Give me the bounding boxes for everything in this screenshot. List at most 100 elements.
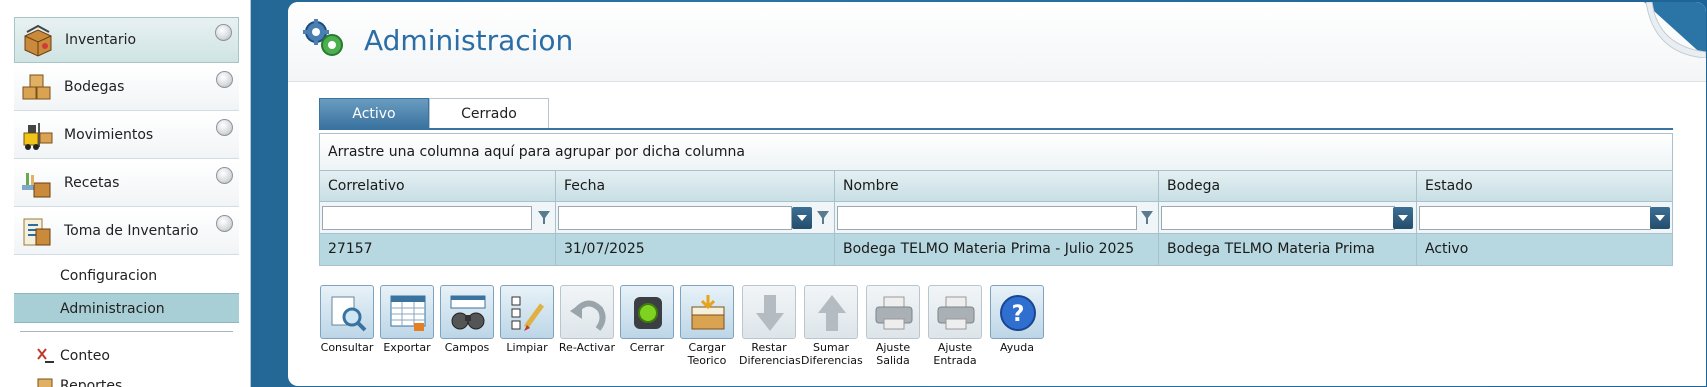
cargar-teorico-label: Cargar Teorico — [687, 341, 727, 367]
page-header: Administracion — [288, 2, 1706, 82]
sidebar-subitem-administracion[interactable]: Administracion — [14, 293, 239, 323]
ajuste-salida-button[interactable]: Ajuste Salida — [863, 285, 923, 367]
filter-input-estado[interactable] — [1419, 206, 1651, 230]
sidebar-item-reportes[interactable]: Reportes — [14, 372, 239, 387]
cerrar-button[interactable]: Cerrar — [617, 285, 677, 354]
ajuste-entrada-label: Ajuste Entrada — [933, 341, 977, 367]
filter-input-nombre[interactable] — [837, 206, 1137, 230]
chevron-down-icon[interactable] — [216, 71, 233, 88]
sidebar-item-bodegas[interactable]: Bodegas — [14, 65, 239, 111]
campos-label: Campos — [444, 341, 490, 354]
sidebar-divider — [20, 331, 233, 332]
chevron-down-icon[interactable] — [1650, 207, 1670, 229]
sidebar-item-movimientos[interactable]: Movimientos — [14, 113, 239, 159]
help-icon: ? — [1000, 295, 1036, 331]
filter-cell-fecha — [556, 202, 835, 233]
sidebar-item-conteo[interactable]: Conteo — [14, 342, 239, 370]
page-title: Administracion — [364, 24, 574, 57]
binoculars-icon — [450, 295, 486, 330]
chevron-down-icon[interactable] — [216, 119, 233, 136]
consultar-button[interactable]: Consultar — [317, 285, 377, 354]
ajuste-salida-label: Ajuste Salida — [875, 341, 911, 367]
filter-cell-correlativo — [320, 202, 556, 233]
sidebar-item-recetas[interactable]: Recetas — [14, 161, 239, 207]
consultar-label: Consultar — [320, 341, 374, 354]
undo-icon — [570, 300, 606, 331]
arrow-down-icon — [756, 295, 784, 331]
cell-bodega: Bodega TELMO Materia Prima — [1159, 234, 1417, 265]
tab-activo[interactable]: Activo — [319, 98, 429, 128]
restar-diferencias-label: Restar Diferencias — [739, 341, 801, 367]
page-curl-decoration — [1644, 2, 1706, 58]
chevron-down-icon[interactable] — [215, 24, 232, 41]
table-row[interactable]: 27157 31/07/2025 Bodega TELMO Materia Pr… — [320, 234, 1672, 265]
column-header-correlativo[interactable]: Correlativo — [320, 171, 556, 201]
boxes-icon — [22, 74, 51, 100]
cell-fecha: 31/07/2025 — [556, 234, 835, 265]
gears-icon — [303, 19, 343, 56]
sidebar-item-label: Conteo — [60, 348, 110, 364]
filter-input-bodega[interactable] — [1161, 206, 1395, 230]
clipboard-icon — [23, 218, 51, 246]
column-header-estado[interactable]: Estado — [1417, 171, 1674, 201]
load-icon — [691, 295, 725, 330]
sidebar-item-toma-de-inventario[interactable]: Toma de Inventario — [14, 209, 239, 255]
sidebar-item-label: Movimientos — [64, 127, 154, 143]
cerrar-label: Cerrar — [629, 341, 665, 354]
main-panel: Administracion Activo Cerrado Arrastre u… — [288, 2, 1706, 386]
cell-nombre: Bodega TELMO Materia Prima - Julio 2025 — [835, 234, 1159, 265]
limpiar-label: Limpiar — [506, 341, 548, 354]
cell-estado: Activo — [1425, 241, 1469, 257]
chevron-down-icon[interactable] — [792, 207, 812, 229]
sidebar-subitem-configuracion[interactable]: Configuracion — [14, 261, 239, 291]
sidebar-item-label: Toma de Inventario — [64, 223, 199, 239]
filter-cell-bodega — [1159, 202, 1417, 233]
sidebar: Inventario Bodegas Movimientos Recetas T… — [0, 0, 251, 387]
sidebar-item-label: Inventario — [65, 32, 137, 48]
arrow-up-icon — [818, 295, 846, 331]
filter-input-correlativo[interactable] — [322, 206, 532, 230]
clear-icon — [511, 296, 545, 331]
exportar-button[interactable]: Exportar — [377, 285, 437, 354]
sidebar-item-label: Reportes — [60, 378, 123, 387]
printer-icon — [875, 296, 913, 330]
restar-diferencias-button[interactable]: Restar Diferencias — [739, 285, 801, 367]
chevron-down-icon[interactable] — [216, 167, 233, 184]
filter-input-fecha[interactable] — [558, 206, 792, 230]
sidebar-item-inventario[interactable]: Inventario — [14, 17, 239, 63]
ayuda-button[interactable]: ? Ayuda — [987, 285, 1047, 354]
forklift-icon — [23, 123, 53, 150]
data-grid: Arrastre una columna aquí para agrupar p… — [319, 133, 1673, 266]
traffic-light-icon — [634, 297, 662, 329]
tab-underline — [319, 128, 1673, 130]
cell-correlativo: 27157 — [320, 234, 556, 265]
exportar-label: Exportar — [383, 341, 431, 354]
ayuda-label: Ayuda — [1000, 341, 1034, 354]
box-icon — [24, 24, 52, 57]
re-activar-label: Re-Activar — [558, 341, 616, 354]
grid-header-row: Correlativo Fecha Nombre Bodega Estado — [320, 171, 1672, 202]
export-icon — [390, 295, 426, 331]
filter-icon[interactable] — [1139, 209, 1155, 227]
recipe-icon — [22, 173, 51, 198]
column-header-bodega[interactable]: Bodega — [1159, 171, 1417, 201]
sidebar-item-label: Recetas — [64, 175, 120, 191]
grid-filter-row — [320, 202, 1672, 234]
chevron-down-icon[interactable] — [1393, 207, 1413, 229]
re-activar-button[interactable]: Re-Activar — [557, 285, 617, 354]
ajuste-entrada-button[interactable]: Ajuste Entrada — [925, 285, 985, 367]
campos-button[interactable]: Campos — [437, 285, 497, 354]
tab-cerrado[interactable]: Cerrado — [429, 98, 549, 128]
chevron-up-icon[interactable] — [216, 215, 233, 232]
limpiar-button[interactable]: Limpiar — [497, 285, 557, 354]
filter-icon[interactable] — [536, 209, 552, 227]
sumar-diferencias-button[interactable]: Sumar Diferencias — [801, 285, 863, 367]
column-header-nombre[interactable]: Nombre — [835, 171, 1159, 201]
cargar-teorico-button[interactable]: Cargar Teorico — [677, 285, 737, 367]
query-icon — [331, 296, 367, 332]
column-header-fecha[interactable]: Fecha — [556, 171, 835, 201]
filter-icon[interactable] — [815, 209, 831, 227]
svg-text:?: ? — [1012, 302, 1025, 327]
sidebar-item-label: Bodegas — [64, 79, 125, 95]
group-by-panel[interactable]: Arrastre una columna aquí para agrupar p… — [320, 134, 1672, 171]
